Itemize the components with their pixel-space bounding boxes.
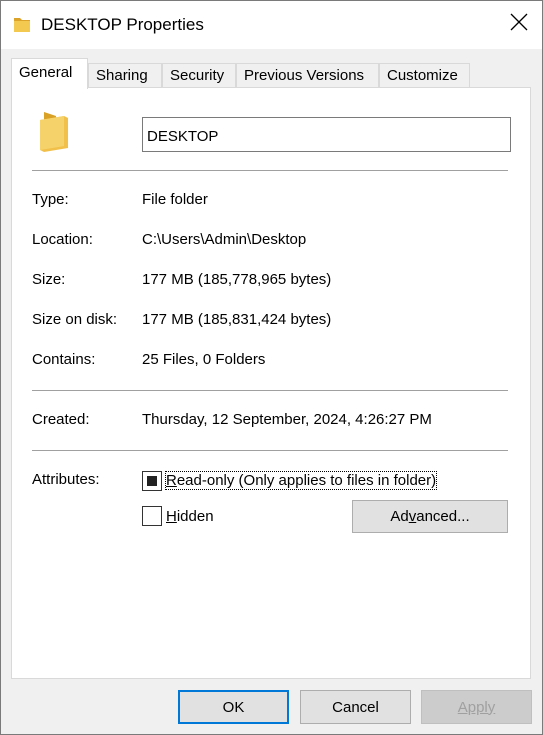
general-tab-panel: Type: File folder Location: C:\Users\Adm… [11, 87, 531, 679]
readonly-checkbox[interactable] [142, 471, 162, 491]
readonly-label[interactable]: Read-only (Only applies to files in fold… [164, 471, 438, 490]
hidden-checkbox[interactable] [142, 506, 162, 526]
ok-button[interactable]: OK [178, 690, 289, 724]
divider [32, 170, 508, 171]
location-value: C:\Users\Admin\Desktop [142, 231, 307, 248]
size-label: Size: [32, 271, 66, 288]
tab-customize[interactable]: Customize [379, 63, 470, 88]
folder-icon [38, 110, 70, 159]
size-on-disk-label: Size on disk: [32, 311, 118, 328]
tab-previous-versions[interactable]: Previous Versions [236, 63, 379, 88]
folder-name-input[interactable] [142, 117, 511, 152]
cancel-button[interactable]: Cancel [300, 690, 411, 724]
type-value: File folder [142, 191, 208, 208]
tab-sharing[interactable]: Sharing [88, 63, 162, 88]
contains-label: Contains: [32, 351, 96, 368]
folder-icon [13, 14, 33, 39]
indeterminate-mark [147, 476, 157, 486]
advanced-button[interactable]: Ad v anced... [352, 500, 508, 533]
type-label: Type: [32, 191, 69, 208]
size-on-disk-value: 177 MB (185,831,424 bytes) [142, 311, 332, 328]
apply-button[interactable]: Apply [421, 690, 532, 724]
size-value: 177 MB (185,778,965 bytes) [142, 271, 332, 288]
created-label: Created: [32, 411, 90, 428]
tab-security[interactable]: Security [162, 63, 236, 88]
close-button[interactable] [496, 1, 542, 47]
location-label: Location: [32, 231, 93, 248]
attributes-label: Attributes: [32, 471, 100, 488]
window-title: DESKTOP Properties [41, 15, 204, 34]
properties-dialog: DESKTOP Properties General Sharing Secur… [0, 0, 543, 735]
tab-general[interactable]: General [11, 58, 88, 89]
divider [32, 390, 508, 391]
contains-value: 25 Files, 0 Folders [142, 351, 266, 368]
hidden-label[interactable]: Hidden [166, 508, 214, 525]
divider [32, 450, 508, 451]
created-value: Thursday, 12 September, 2024, 4:26:27 PM [142, 411, 432, 428]
title-bar: DESKTOP Properties [1, 1, 542, 49]
close-icon [510, 13, 528, 36]
